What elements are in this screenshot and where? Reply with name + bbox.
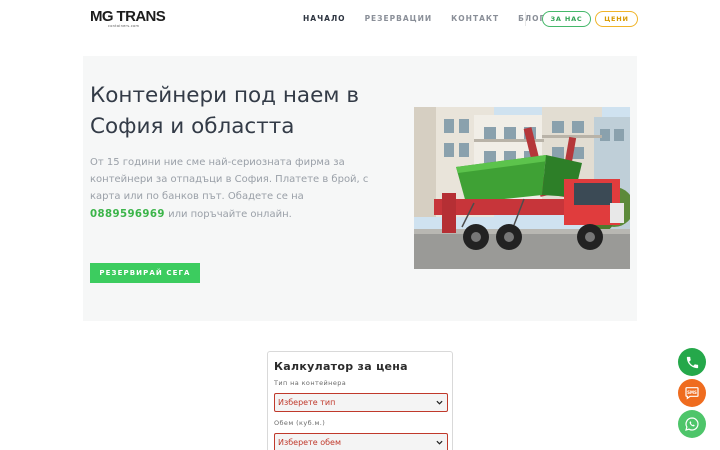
chevron-down-icon xyxy=(436,400,443,405)
call-button[interactable] xyxy=(678,348,706,376)
price-calculator: Калкулатор за цена Тип на контейнера Изб… xyxy=(267,351,453,450)
logo-text: MG TRANS xyxy=(90,8,166,25)
nav-item-home[interactable]: НАЧАЛО xyxy=(303,14,346,23)
volume-select[interactable]: Изберете обем xyxy=(274,433,448,450)
container-type-value: Изберете тип xyxy=(278,398,336,407)
nav-divider xyxy=(525,12,526,26)
site-header: MG TRANS containers.com НАЧАЛО РЕЗЕРВАЦИ… xyxy=(0,0,720,38)
hero-description: От 15 години ние сме най-сериозната фирм… xyxy=(90,154,370,223)
phone-link[interactable]: 0889596969 xyxy=(90,209,165,220)
hero-text-end: или поръчайте онлайн. xyxy=(164,208,292,220)
hero-title: Контейнери под наем в София и областта xyxy=(90,83,360,139)
nav-item-reservations[interactable]: РЕЗЕРВАЦИИ xyxy=(365,14,433,23)
whatsapp-icon xyxy=(685,417,699,431)
container-type-select[interactable]: Изберете тип xyxy=(274,393,448,412)
sms-button[interactable]: SMS xyxy=(678,379,706,407)
logo[interactable]: MG TRANS containers.com xyxy=(90,8,166,28)
sms-icon: SMS xyxy=(685,387,699,400)
prices-button[interactable]: ЦЕНИ xyxy=(595,11,638,27)
container-type-label: Тип на контейнера xyxy=(274,379,347,387)
skip-truck-photo xyxy=(414,107,630,269)
reserve-now-button[interactable]: РЕЗЕРВИРАЙ СЕГА xyxy=(90,263,200,283)
calculator-title: Калкулатор за цена xyxy=(274,360,408,373)
volume-label: Обем (куб.м.) xyxy=(274,419,326,427)
about-button[interactable]: ЗА НАС xyxy=(542,11,591,27)
hero-section: Контейнери под наем в София и областта О… xyxy=(83,56,637,321)
sms-icon-label: SMS xyxy=(687,390,697,395)
phone-icon xyxy=(686,356,698,368)
nav-item-contact[interactable]: КОНТАКТ xyxy=(451,14,499,23)
volume-value: Изберете обем xyxy=(278,438,342,447)
hero-text-start: От 15 години ние сме най-сериозната фирм… xyxy=(90,157,369,203)
chevron-down-icon xyxy=(436,440,443,445)
whatsapp-button[interactable] xyxy=(678,410,706,438)
